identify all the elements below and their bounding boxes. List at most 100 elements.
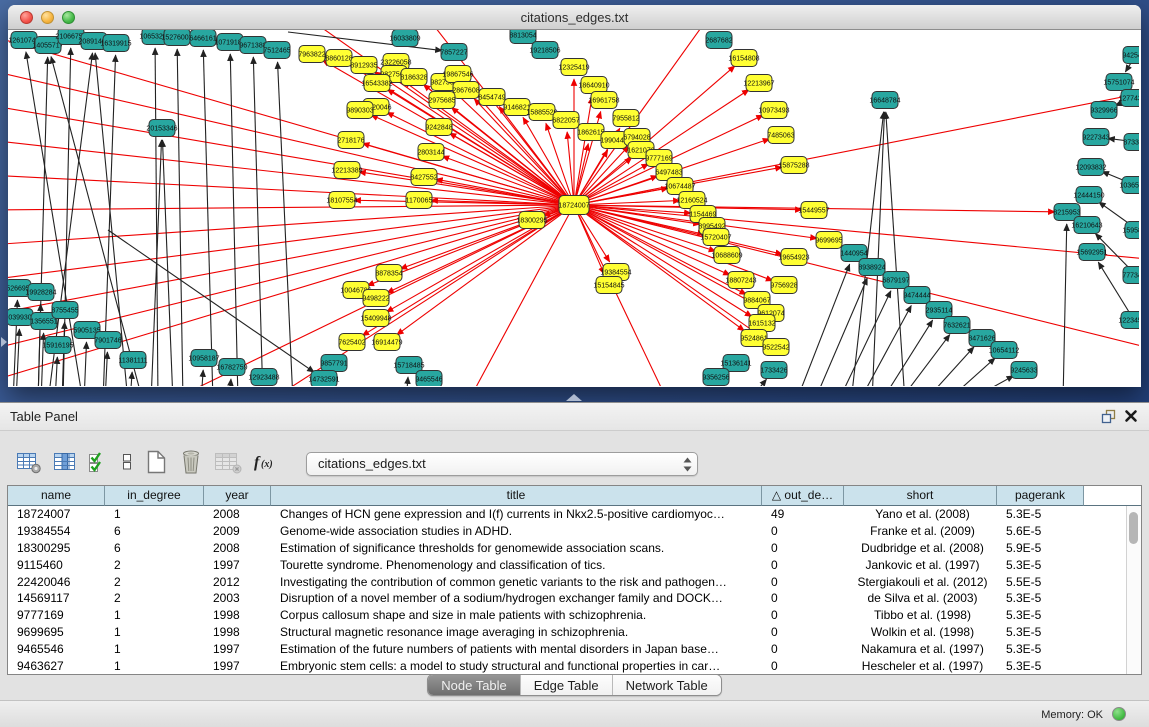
new-column-icon[interactable] (144, 449, 168, 480)
network-node[interactable]: 16914479 (371, 334, 402, 351)
network-node[interactable]: 1170065 (406, 192, 433, 209)
network-node[interactable]: 2975685 (428, 92, 455, 109)
network-node[interactable]: 2867608 (452, 82, 479, 99)
tab-edge-table[interactable]: Edge Table (520, 675, 612, 695)
network-node[interactable]: 7625402 (338, 334, 365, 351)
minimize-window-button[interactable] (41, 11, 54, 24)
table-row[interactable]: 977716911998Corpus callosum shape and si… (8, 607, 1126, 624)
network-node[interactable]: 16210643 (1071, 217, 1102, 234)
network-node[interactable]: 10688609 (711, 247, 742, 264)
column-header-pagerank[interactable]: pagerank (997, 486, 1084, 506)
network-node[interactable]: 19867546 (442, 66, 473, 83)
network-node[interactable]: 15154845 (593, 277, 624, 294)
network-node[interactable]: 9699695 (815, 232, 842, 249)
table-row[interactable]: 969969511998Structural magnetic resonanc… (8, 624, 1126, 641)
network-node[interactable]: 12213389 (331, 162, 362, 179)
table-row[interactable]: 911546021997Tourette syndrome. Phenomeno… (8, 557, 1126, 574)
network-node[interactable]: 2718176 (337, 132, 364, 149)
network-node[interactable]: 2935114 (926, 302, 953, 319)
table-row[interactable]: 1456911722003Disruption of a novel membe… (8, 590, 1126, 607)
close-panel-icon[interactable] (1124, 409, 1138, 428)
panel-divider-handle-icon[interactable] (566, 394, 582, 401)
network-node[interactable]: 8186328 (400, 69, 427, 86)
network-node[interactable]: 2803144 (417, 144, 444, 161)
network-node[interactable]: 8878354 (375, 265, 402, 282)
network-node[interactable]: 16154808 (728, 50, 759, 67)
zoom-window-button[interactable] (62, 11, 75, 24)
network-node[interactable]: 15276002 (161, 30, 192, 46)
network-node[interactable]: 15751074 (1103, 74, 1134, 91)
network-node[interactable]: 9356256 (702, 369, 729, 386)
table-row[interactable]: 946554611997Estimation of the future num… (8, 641, 1126, 658)
network-node[interactable]: 9857791 (320, 355, 347, 372)
table-row[interactable]: 2242004622012Investigating the contribut… (8, 574, 1126, 591)
network-node[interactable]: 6822057 (552, 112, 579, 129)
network-view-window[interactable]: citations_edges.txt 18724007126107401405… (8, 5, 1141, 387)
network-node[interactable]: 11381111 (118, 352, 147, 369)
table-source-dropdown[interactable]: citations_edges.txt (306, 452, 698, 476)
column-header-in_degree[interactable]: in_degree (105, 486, 204, 506)
network-node[interactable]: 8813054 (509, 30, 536, 44)
network-node[interactable]: 8427552 (410, 169, 437, 186)
network-node[interactable]: 2687682 (705, 32, 732, 49)
network-node[interactable]: 7857227 (440, 44, 467, 61)
float-panel-icon[interactable] (1101, 409, 1116, 429)
network-node[interactable]: 15916195 (42, 337, 73, 354)
network-node[interactable]: 9465546 (415, 371, 442, 387)
network-node[interactable]: 9425463 (1122, 47, 1139, 64)
network-node[interactable]: 9474444 (903, 287, 930, 304)
tab-network-table[interactable]: Network Table (612, 675, 721, 695)
network-node[interactable]: 15958745 (1122, 222, 1139, 239)
function-builder-icon[interactable]: f (x) (252, 450, 280, 479)
network-node[interactable]: 12234522 (1118, 312, 1139, 329)
row-checks-icon[interactable] (88, 450, 110, 479)
scrollbar-thumb[interactable] (1129, 512, 1138, 544)
network-node[interactable]: 16648784 (869, 92, 900, 109)
column-header-year[interactable]: year (204, 486, 271, 506)
table-settings-icon[interactable] (16, 450, 42, 479)
network-node[interactable]: 9498222 (362, 290, 389, 307)
network-node[interactable]: 8755455 (51, 302, 78, 319)
network-node[interactable]: 6466161 (189, 30, 216, 47)
network-node[interactable]: 19218506 (529, 42, 560, 59)
network-node[interactable]: 12444150 (1073, 187, 1104, 204)
network-node[interactable]: 7485063 (767, 127, 794, 144)
network-node[interactable]: 19928284 (25, 284, 56, 301)
network-node[interactable]: 10365712 (1119, 177, 1139, 194)
rows-icon[interactable] (120, 450, 134, 479)
close-window-button[interactable] (20, 11, 33, 24)
network-node[interactable]: 9756928 (770, 277, 797, 294)
network-node[interactable]: 8454749 (478, 89, 505, 106)
network-node[interactable]: 7512465 (263, 42, 290, 59)
tab-node-table[interactable]: Node Table (428, 675, 520, 695)
delete-column-icon[interactable] (178, 449, 204, 480)
network-node[interactable]: 9245633 (1010, 362, 1037, 379)
table-row[interactable]: 1872400712008Changes of HCN gene express… (8, 506, 1126, 523)
network-node[interactable]: 8938924 (858, 259, 885, 276)
network-canvas[interactable]: 1872400712610740140557172106675820891406… (8, 30, 1139, 386)
network-node[interactable]: 7632621 (943, 317, 970, 334)
network-node[interactable]: 18107554 (326, 192, 357, 209)
network-node[interactable]: 9522542 (762, 339, 789, 356)
network-node[interactable]: 10973493 (758, 102, 789, 119)
network-node[interactable]: 16782759 (216, 359, 247, 376)
network-node[interactable]: 6879197 (882, 272, 909, 289)
column-header-short[interactable]: short (844, 486, 997, 506)
network-node[interactable]: 9890303 (346, 102, 373, 119)
network-node[interactable]: 19654923 (778, 249, 809, 266)
network-node[interactable]: 7901746 (94, 332, 121, 349)
network-node[interactable]: 14732591 (308, 371, 339, 387)
network-node[interactable]: 9227343 (1082, 129, 1109, 146)
network-node[interactable]: 16319915 (100, 35, 131, 52)
network-node[interactable]: 1615132 (748, 315, 775, 332)
network-node[interactable]: 15720407 (700, 229, 731, 246)
network-node[interactable]: 10654112 (989, 342, 1020, 359)
table-row[interactable]: 1830029562008Estimation of significance … (8, 540, 1126, 557)
network-node[interactable]: 9329966 (1090, 102, 1117, 119)
network-window-titlebar[interactable]: citations_edges.txt (8, 5, 1141, 30)
network-node[interactable]: 15409948 (360, 310, 391, 327)
network-node[interactable]: 10958187 (188, 350, 219, 367)
network-node[interactable]: 9242848 (425, 119, 452, 136)
network-node[interactable]: 16033809 (389, 30, 420, 47)
network-node[interactable]: 12093832 (1075, 159, 1106, 176)
